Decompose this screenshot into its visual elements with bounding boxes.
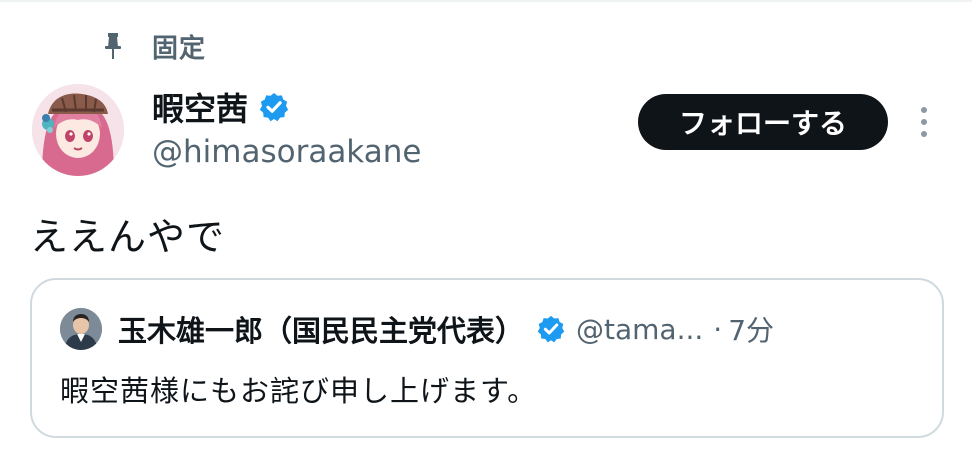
author-display-name[interactable]: 暇空茜 xyxy=(152,84,248,130)
author-name-row[interactable]: 暇空茜 xyxy=(152,84,290,130)
pinned-indicator: 固定 xyxy=(104,28,206,64)
quoted-tweet-card[interactable]: 玉木雄一郎（国民民主党代表） @tama... · 7分 暇空茜様にもお詫び申し… xyxy=(30,278,944,438)
verified-badge-icon xyxy=(259,93,289,122)
quoted-timestamp[interactable]: 7分 xyxy=(728,309,774,349)
quoted-avatar-image xyxy=(60,308,102,350)
tweet-card[interactable]: 固定 暇空茜 @himasoraakane フォローする ええんやで 玉木雄一郎… xyxy=(0,0,972,465)
quoted-separator: · xyxy=(713,312,723,346)
quoted-author-name[interactable]: 玉木雄一郎（国民民主党代表） xyxy=(118,308,524,350)
quoted-tweet-header: 玉木雄一郎（国民民主党代表） @tama... · 7分 xyxy=(60,306,774,352)
pin-icon xyxy=(105,33,121,59)
avatar-image xyxy=(32,84,124,176)
quoted-author-handle[interactable]: @tama... xyxy=(576,313,703,346)
author-handle[interactable]: @himasoraakane xyxy=(152,134,421,170)
quoted-verified-badge-icon xyxy=(537,315,565,343)
follow-button[interactable]: フォローする xyxy=(638,94,888,150)
avatar[interactable] xyxy=(32,84,124,176)
top-divider xyxy=(0,0,972,2)
pinned-label: 固定 xyxy=(152,33,207,64)
more-options-icon[interactable] xyxy=(912,104,936,140)
quoted-author-avatar[interactable] xyxy=(60,308,102,350)
quoted-tweet-text: 暇空茜様にもお詫び申し上げます。 xyxy=(60,374,538,408)
tweet-text: ええんやで xyxy=(30,215,226,259)
